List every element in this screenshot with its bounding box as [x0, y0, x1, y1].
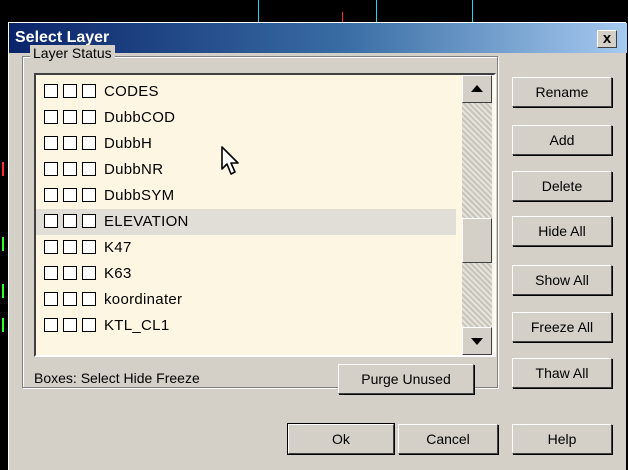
- hide-checkbox[interactable]: [63, 162, 77, 176]
- canvas-mark: [2, 284, 4, 298]
- rename-button[interactable]: Rename: [512, 77, 612, 107]
- close-button[interactable]: x: [597, 30, 617, 48]
- freeze-checkbox[interactable]: [82, 84, 96, 98]
- freeze-checkbox[interactable]: [82, 214, 96, 228]
- cancel-button[interactable]: Cancel: [398, 424, 498, 454]
- select-checkbox[interactable]: [44, 110, 58, 124]
- canvas-mark: [2, 237, 4, 251]
- purge-unused-button[interactable]: Purge Unused: [338, 364, 474, 394]
- freeze-checkbox[interactable]: [82, 188, 96, 202]
- hide-checkbox[interactable]: [63, 188, 77, 202]
- hide-checkbox[interactable]: [63, 84, 77, 98]
- canvas-mark: [2, 318, 4, 332]
- layer-name: KTL_CL1: [104, 317, 170, 334]
- layer-row[interactable]: DubbCOD: [36, 105, 456, 131]
- layer-row[interactable]: K47: [36, 235, 456, 261]
- freeze-checkbox[interactable]: [82, 110, 96, 124]
- hide-checkbox[interactable]: [63, 240, 77, 254]
- cad-canvas-background: [0, 0, 628, 22]
- canvas-left-edge: [0, 22, 8, 470]
- layer-name: K63: [104, 265, 132, 282]
- layer-row[interactable]: DubbH: [36, 131, 456, 157]
- canvas-line: [376, 0, 377, 22]
- layer-row[interactable]: DubbSYM: [36, 183, 456, 209]
- vertical-scrollbar[interactable]: [462, 75, 492, 355]
- ok-button[interactable]: Ok: [287, 423, 395, 455]
- hide-checkbox[interactable]: [63, 214, 77, 228]
- freeze-checkbox[interactable]: [82, 292, 96, 306]
- freeze-checkbox[interactable]: [82, 136, 96, 150]
- layer-row-selected[interactable]: ELEVATION: [36, 209, 456, 235]
- scroll-down-button[interactable]: [462, 327, 492, 355]
- hide-checkbox[interactable]: [63, 292, 77, 306]
- mouse-pointer-icon: [221, 146, 239, 175]
- add-button[interactable]: Add: [512, 125, 612, 155]
- close-icon: x: [602, 30, 612, 47]
- delete-button[interactable]: Delete: [512, 171, 612, 201]
- layer-name: DubbCOD: [104, 109, 176, 126]
- thaw-all-button[interactable]: Thaw All: [512, 358, 612, 388]
- arrow-down-icon: [471, 338, 483, 345]
- layer-name: DubbSYM: [104, 187, 175, 204]
- layer-row[interactable]: koordinater: [36, 287, 456, 313]
- boxes-hint: Boxes: Select Hide Freeze: [34, 370, 200, 386]
- help-button[interactable]: Help: [512, 424, 612, 454]
- layer-row[interactable]: DubbNR: [36, 157, 456, 183]
- scroll-up-button[interactable]: [462, 75, 492, 103]
- layer-name: ELEVATION: [104, 213, 189, 230]
- select-checkbox[interactable]: [44, 318, 58, 332]
- layer-row[interactable]: CODES: [36, 79, 456, 105]
- hide-checkbox[interactable]: [63, 110, 77, 124]
- hide-checkbox[interactable]: [63, 266, 77, 280]
- layer-name: koordinater: [104, 291, 183, 308]
- select-checkbox[interactable]: [44, 266, 58, 280]
- freeze-checkbox[interactable]: [82, 266, 96, 280]
- canvas-mark: [2, 162, 4, 176]
- select-checkbox[interactable]: [44, 292, 58, 306]
- freeze-checkbox[interactable]: [82, 240, 96, 254]
- show-all-button[interactable]: Show All: [512, 265, 612, 295]
- select-checkbox[interactable]: [44, 240, 58, 254]
- layer-row[interactable]: KTL_CL1: [36, 313, 456, 339]
- layer-name: CODES: [104, 83, 159, 100]
- hide-all-button[interactable]: Hide All: [512, 216, 612, 246]
- select-checkbox[interactable]: [44, 162, 58, 176]
- layer-list[interactable]: CODES DubbCOD DubbH DubbNR DubbSYM ELEVA…: [34, 73, 496, 357]
- select-checkbox[interactable]: [44, 84, 58, 98]
- freeze-all-button[interactable]: Freeze All: [512, 312, 612, 342]
- select-checkbox[interactable]: [44, 136, 58, 150]
- select-checkbox[interactable]: [44, 214, 58, 228]
- arrow-up-icon: [471, 85, 483, 92]
- layer-name: K47: [104, 239, 132, 256]
- hide-checkbox[interactable]: [63, 318, 77, 332]
- canvas-line: [472, 0, 473, 22]
- canvas-line: [258, 0, 259, 22]
- hide-checkbox[interactable]: [63, 136, 77, 150]
- layer-name: DubbNR: [104, 161, 164, 178]
- canvas-line: [342, 12, 343, 22]
- select-checkbox[interactable]: [44, 188, 58, 202]
- layer-status-label: Layer Status: [30, 45, 115, 61]
- scroll-thumb[interactable]: [462, 218, 492, 263]
- freeze-checkbox[interactable]: [82, 162, 96, 176]
- layer-row[interactable]: K63: [36, 261, 456, 287]
- layer-name: DubbH: [104, 135, 153, 152]
- freeze-checkbox[interactable]: [82, 318, 96, 332]
